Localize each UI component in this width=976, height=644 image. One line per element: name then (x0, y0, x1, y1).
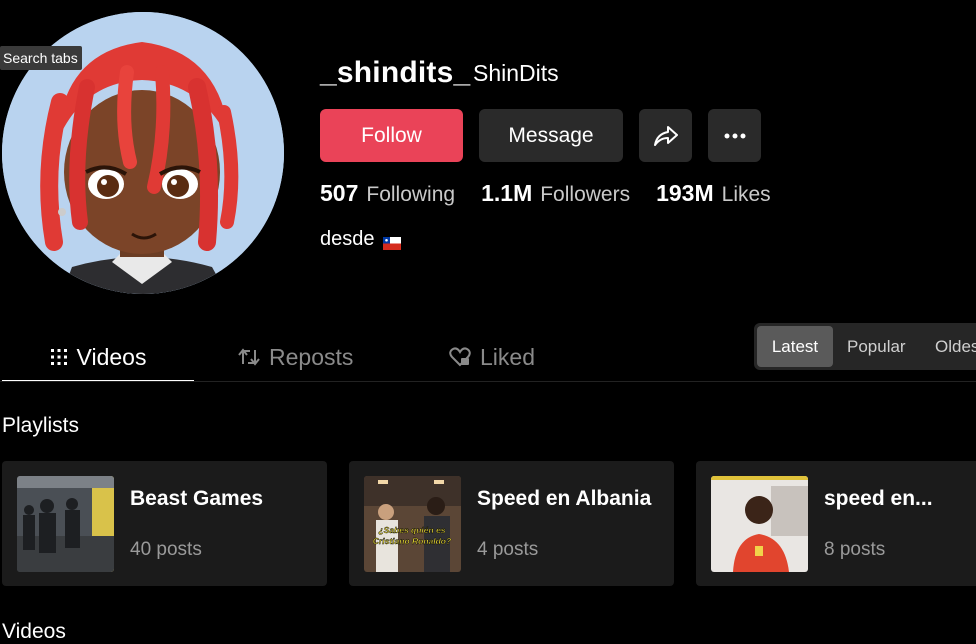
grid-icon (50, 348, 68, 366)
tab-reposts-label: Reposts (269, 343, 354, 370)
playlist-post-count: 40 posts (130, 539, 202, 560)
followers-count: 1.1M (481, 180, 533, 206)
sort-popular[interactable]: Popular (847, 326, 906, 367)
chile-flag-icon (382, 233, 401, 250)
likes-count: 193M (656, 180, 714, 206)
videos-heading: Videos (2, 620, 66, 643)
playlist-thumbnail (711, 476, 808, 572)
share-icon (653, 125, 678, 146)
playlist-name: Speed en Albania (477, 487, 652, 510)
bio: desde (320, 228, 401, 251)
sort-oldest[interactable]: Oldest (935, 326, 976, 367)
playlist-name: speed en... (824, 487, 933, 510)
tab-videos-label: Videos (76, 343, 147, 370)
thumbnail-caption: ¿Sabes quién es Cristiano Ronaldo? (373, 525, 452, 546)
heart-lock-icon (449, 347, 471, 367)
sort-latest[interactable]: Latest (757, 326, 833, 367)
playlist-card[interactable]: speed en... 8 posts (696, 461, 976, 586)
more-icon (724, 133, 745, 138)
username: _shindits_ (320, 56, 471, 89)
playlist-card[interactable]: Beast Games 40 posts (2, 461, 327, 586)
message-button[interactable]: Message (479, 109, 623, 162)
tab-liked[interactable]: Liked (449, 334, 535, 380)
playlist-post-count: 8 posts (824, 539, 886, 560)
following-stat[interactable]: 507 Following (320, 180, 455, 207)
tabs-divider (0, 381, 976, 382)
search-tabs-tooltip: Search tabs (0, 46, 82, 70)
bio-text: desde (320, 228, 375, 250)
playlists-heading: Playlists (2, 414, 80, 437)
share-button[interactable] (639, 109, 692, 162)
playlist-post-count: 4 posts (477, 539, 539, 560)
playlist-card[interactable]: ¿Sabes quién es Cristiano Ronaldo? Speed … (349, 461, 674, 586)
profile-stats: 507 Following 1.1M Followers 193M Likes (320, 180, 771, 207)
repost-icon (238, 347, 260, 367)
follow-button[interactable]: Follow (320, 109, 463, 162)
tab-videos[interactable]: Videos (2, 334, 194, 382)
more-button[interactable] (708, 109, 761, 162)
tab-liked-label: Liked (480, 343, 535, 370)
playlist-thumbnail: ¿Sabes quién es Cristiano Ronaldo? (364, 476, 461, 572)
following-count: 507 (320, 180, 359, 206)
following-label: Following (366, 183, 456, 206)
playlist-thumbnail (17, 476, 114, 572)
followers-stat[interactable]: 1.1M Followers (481, 180, 630, 207)
likes-stat: 193M Likes (656, 180, 771, 207)
likes-label: Likes (721, 183, 771, 206)
playlist-name: Beast Games (130, 487, 264, 510)
tab-reposts[interactable]: Reposts (238, 334, 353, 380)
nickname: ShinDits (473, 60, 559, 86)
followers-label: Followers (540, 183, 631, 206)
